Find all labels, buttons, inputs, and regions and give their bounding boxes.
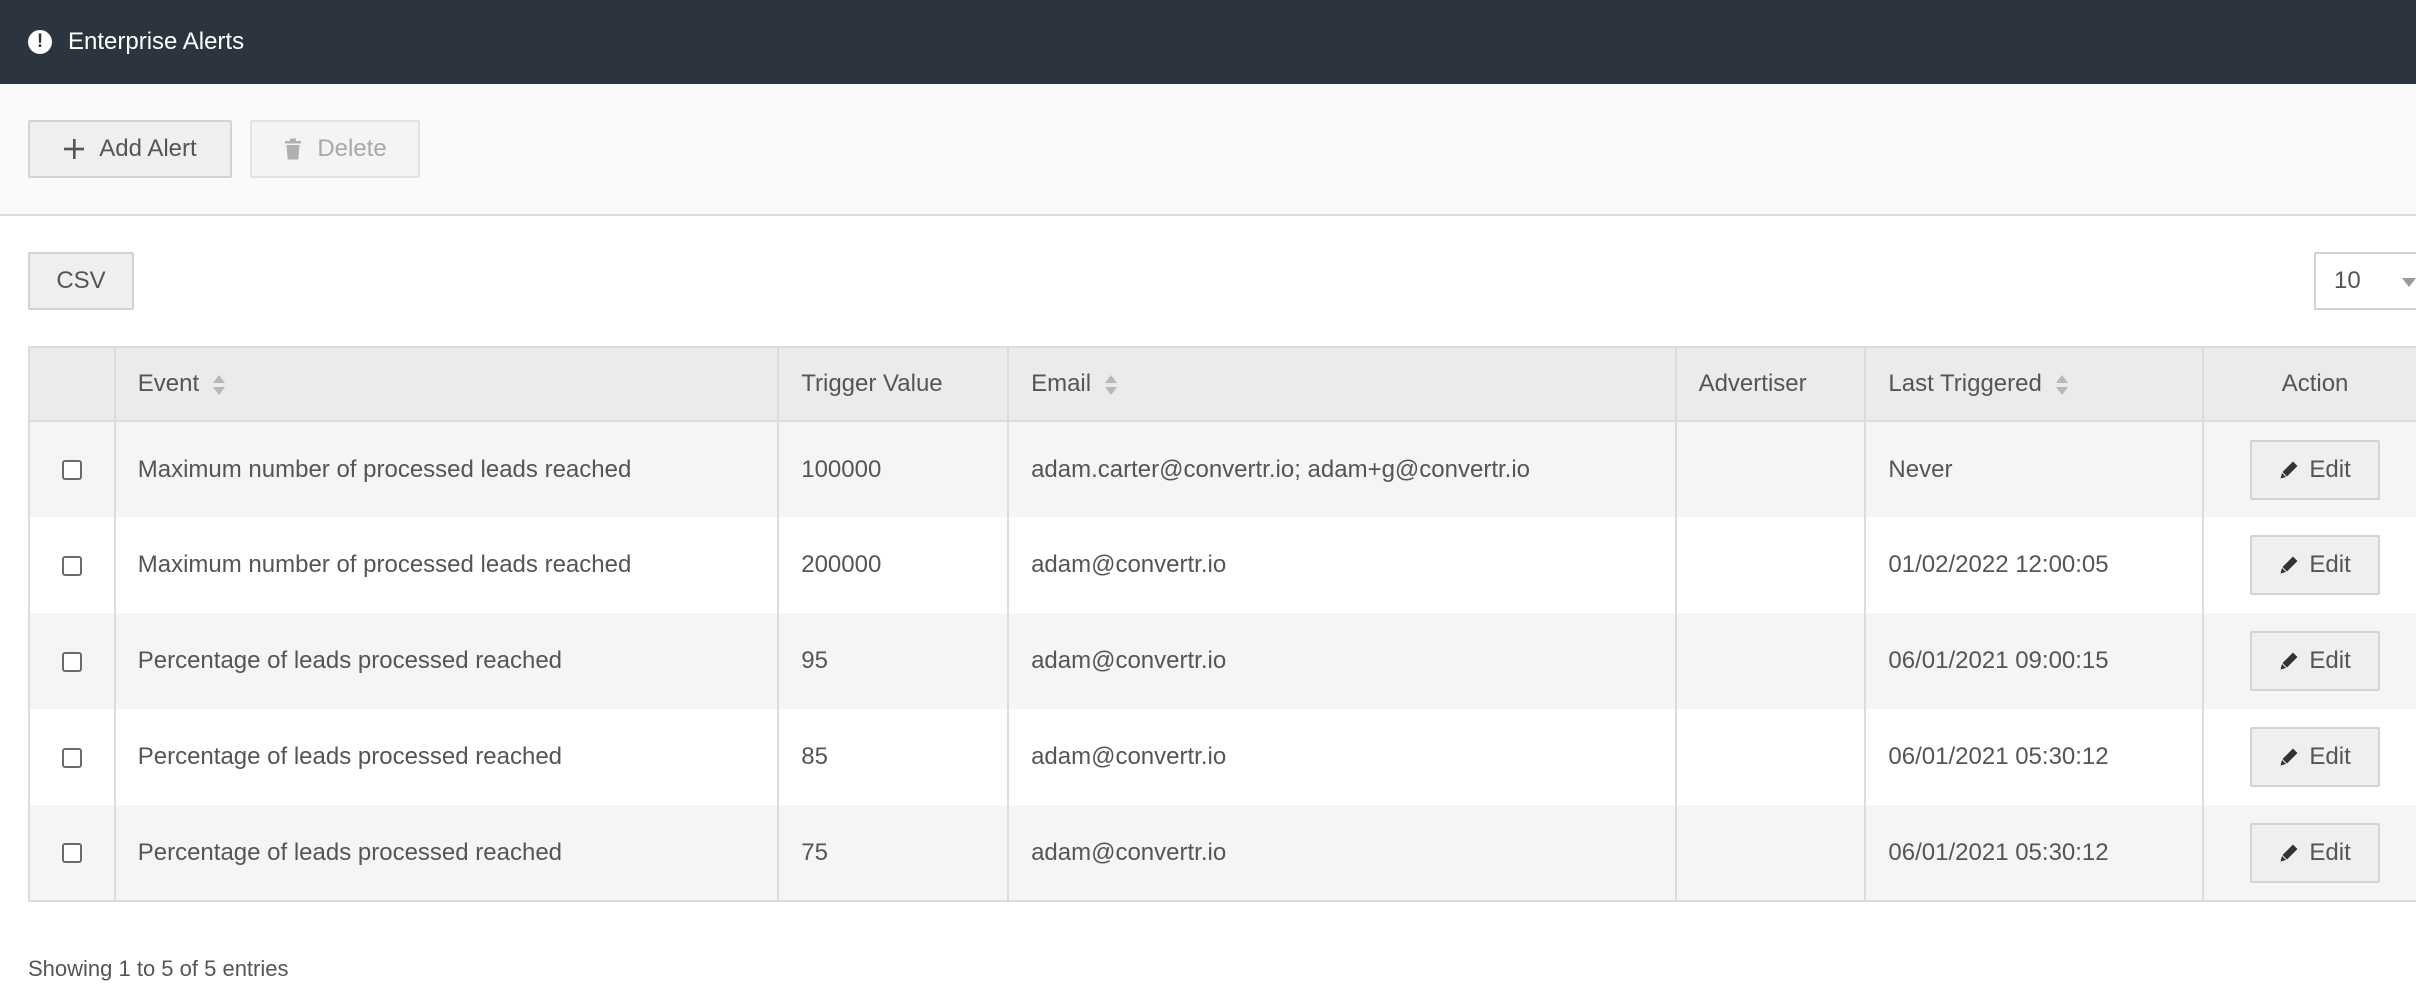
column-header-email[interactable]: Email	[1007, 347, 1677, 421]
delete-label: Delete	[317, 135, 387, 162]
edit-button[interactable]: Edit	[2250, 822, 2381, 883]
edit-button[interactable]: Edit	[2250, 439, 2381, 500]
top-header-bar: ! Enterprise Alerts	[0, 0, 2416, 84]
email-cell: adam@convertr.io	[1007, 709, 1677, 805]
email-cell: adam@convertr.io	[1007, 805, 1677, 901]
row-checkbox[interactable]	[61, 747, 82, 768]
pencil-icon	[2279, 555, 2299, 575]
trigger-value-cell: 200000	[777, 517, 1010, 613]
advertiser-cell	[1674, 517, 1867, 613]
exclamation-circle-icon: !	[28, 30, 52, 54]
row-select-cell	[28, 421, 116, 517]
column-header-trigger-value: Trigger Value	[777, 347, 1010, 421]
row-checkbox[interactable]	[61, 843, 82, 864]
email-cell: adam@convertr.io	[1007, 517, 1677, 613]
table-row: Percentage of leads processed reached 75…	[28, 805, 2416, 901]
last-triggered-cell: 01/02/2022 12:00:05	[1864, 517, 2205, 613]
delete-button[interactable]: Delete	[250, 120, 420, 178]
pencil-icon	[2279, 843, 2299, 863]
pencil-icon	[2279, 747, 2299, 767]
chevron-down-icon	[2402, 278, 2416, 287]
advertiser-cell	[1674, 421, 1867, 517]
add-alert-button[interactable]: Add Alert	[28, 120, 232, 178]
column-header-advertiser-label: Advertiser	[1698, 370, 1807, 397]
page-title: Enterprise Alerts	[68, 28, 245, 55]
trigger-value-cell: 85	[777, 709, 1010, 805]
edit-label: Edit	[2309, 551, 2351, 578]
edit-button[interactable]: Edit	[2250, 631, 2381, 691]
advertiser-cell	[1674, 613, 1867, 709]
edit-label: Edit	[2309, 838, 2351, 866]
row-select-cell	[28, 613, 116, 709]
action-cell: Edit	[2202, 421, 2416, 517]
trigger-value-cell: 75	[777, 805, 1010, 901]
column-header-last-triggered[interactable]: Last Triggered	[1864, 347, 2205, 421]
last-triggered-cell: 06/01/2021 05:30:12	[1864, 709, 2205, 805]
column-header-last-triggered-label: Last Triggered	[1888, 370, 2042, 397]
csv-label: CSV	[56, 267, 106, 294]
column-header-trigger-value-label: Trigger Value	[801, 370, 943, 397]
pencil-icon	[2279, 651, 2299, 671]
column-header-action-label: Action	[2281, 370, 2349, 397]
column-header-action: Action	[2202, 347, 2416, 421]
event-cell: Maximum number of processed leads reache…	[113, 517, 780, 613]
row-checkbox[interactable]	[61, 460, 82, 481]
sort-icon	[1105, 374, 1118, 396]
event-cell: Maximum number of processed leads reache…	[113, 421, 780, 517]
table-info-text: Showing 1 to 5 of 5 entries	[28, 956, 289, 981]
table-row: Maximum number of processed leads reache…	[28, 421, 2416, 517]
action-cell: Edit	[2202, 805, 2416, 901]
advertiser-cell	[1674, 805, 1867, 901]
toolbar: Add Alert Delete	[0, 84, 2416, 216]
email-cell: adam@convertr.io	[1007, 613, 1677, 709]
column-header-advertiser: Advertiser	[1674, 347, 1867, 421]
sort-icon	[2055, 374, 2068, 396]
csv-export-button[interactable]: CSV	[28, 252, 134, 310]
edit-label: Edit	[2309, 647, 2351, 674]
trigger-value-cell: 100000	[777, 421, 1010, 517]
plus-icon	[63, 138, 85, 160]
edit-button[interactable]: Edit	[2250, 535, 2381, 595]
last-triggered-cell: 06/01/2021 09:00:15	[1864, 613, 2205, 709]
row-checkbox[interactable]	[61, 651, 82, 672]
pencil-icon	[2279, 460, 2299, 480]
last-triggered-cell: Never	[1864, 421, 2205, 517]
table-row: Percentage of leads processed reached 95…	[28, 613, 2416, 709]
edit-button[interactable]: Edit	[2250, 727, 2381, 787]
header-select-cell	[28, 347, 116, 421]
table-row: Maximum number of processed leads reache…	[28, 517, 2416, 613]
table-header-row: Event Trigger Value Email Advertiser Las…	[28, 347, 2416, 421]
edit-label: Edit	[2309, 743, 2351, 770]
event-cell: Percentage of leads processed reached	[113, 805, 780, 901]
sort-icon	[213, 374, 226, 396]
advertiser-cell	[1674, 709, 1867, 805]
email-cell: adam.carter@convertr.io; adam+g@convertr…	[1007, 421, 1677, 517]
trigger-value-cell: 95	[777, 613, 1010, 709]
alerts-table: Event Trigger Value Email Advertiser Las…	[28, 346, 2416, 902]
action-cell: Edit	[2202, 709, 2416, 805]
column-header-event-label: Event	[137, 370, 200, 397]
page-size-select[interactable]: 10	[2314, 252, 2416, 310]
row-select-cell	[28, 517, 116, 613]
action-cell: Edit	[2202, 613, 2416, 709]
action-cell: Edit	[2202, 517, 2416, 613]
event-cell: Percentage of leads processed reached	[113, 709, 780, 805]
event-cell: Percentage of leads processed reached	[113, 613, 780, 709]
column-header-email-label: Email	[1031, 370, 1092, 397]
trash-icon	[283, 138, 303, 160]
row-select-cell	[28, 805, 116, 901]
row-checkbox[interactable]	[61, 555, 82, 576]
page-size-value: 10	[2334, 267, 2361, 294]
column-header-event[interactable]: Event	[113, 347, 780, 421]
table-row: Percentage of leads processed reached 85…	[28, 709, 2416, 805]
row-select-cell	[28, 709, 116, 805]
edit-label: Edit	[2309, 455, 2351, 483]
add-alert-label: Add Alert	[99, 135, 197, 162]
last-triggered-cell: 06/01/2021 05:30:12	[1864, 805, 2205, 901]
